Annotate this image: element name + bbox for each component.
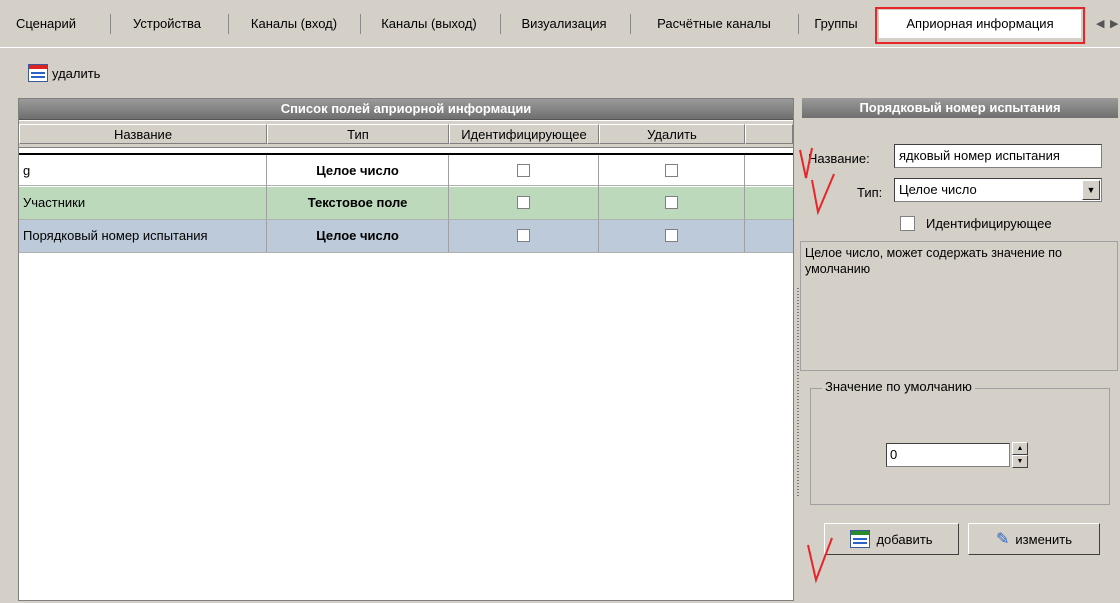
tab-calculated-channels[interactable]: Расчётные каналы [632,10,796,38]
column-header-delete[interactable]: Удалить [599,124,745,144]
delete-button-label: удалить [52,65,101,81]
identifying-label: Идентифицирующее [926,216,1052,231]
type-label: Тип: [857,185,883,200]
row-delete-cell [599,155,745,187]
row-identifying-cell [449,220,599,252]
delete-checkbox[interactable] [665,196,678,209]
identifying-checkbox[interactable] [900,216,915,231]
chevron-down-icon[interactable]: ▼ [1082,180,1100,200]
tab-scroll-left-icon[interactable]: ◀ [1096,17,1104,30]
edit-button[interactable]: ✎ изменить [968,523,1100,555]
row-type: Целое число [267,220,449,252]
tab-separator [110,14,111,34]
row-delete-cell [599,220,745,252]
type-description: Целое число, может содержать значение по… [800,241,1118,371]
name-label: Название: [808,151,870,166]
default-value-input[interactable]: 0 [886,443,1010,467]
splitter-grip [797,288,799,498]
pencil-icon: ✎ [996,531,1010,548]
row-type: Текстовое поле [267,187,449,219]
field-detail-panel: Порядковый номер испытания Название: ядк… [800,98,1118,601]
tab-highlight-box [875,7,1085,44]
add-button[interactable]: добавить [824,523,959,555]
tab-separator [500,14,501,34]
add-button-label: добавить [876,531,933,547]
tab-bar: Сценарий Устройства Каналы (вход) Каналы… [0,0,1120,48]
tab-visualization[interactable]: Визуализация [502,10,626,38]
row-name: g [19,155,267,187]
delete-checkbox[interactable] [665,229,678,242]
column-header-type[interactable]: Тип [267,124,449,144]
column-header-blank [745,124,793,144]
table-row[interactable]: g Целое число [19,153,793,187]
tab-separator [630,14,631,34]
tab-input-channels[interactable]: Каналы (вход) [230,10,358,38]
row-type: Целое число [267,155,449,187]
row-identifying-cell [449,187,599,219]
tab-groups[interactable]: Группы [800,10,872,38]
edit-button-label: изменить [1015,531,1072,547]
default-value-group-label: Значение по умолчанию [822,379,975,394]
grid-header: Название Тип Идентифицирующее Удалить [19,121,793,148]
delete-button[interactable]: удалить [28,62,100,84]
name-input[interactable]: ядковый номер испытания [894,144,1102,168]
row-delete-cell [599,187,745,219]
table-add-icon [850,530,871,548]
fields-list-panel: Список полей априорной информации Назван… [18,98,794,601]
type-select[interactable]: Целое число ▼ [894,178,1102,202]
tab-separator [360,14,361,34]
identifying-checkbox[interactable] [517,229,530,242]
column-header-name[interactable]: Название [19,124,267,144]
detail-panel-title: Порядковый номер испытания [802,98,1118,118]
tab-scroll-right-icon[interactable]: ▶ [1110,17,1118,30]
table-row[interactable]: Порядковый номер испытания Целое число [19,220,793,253]
tab-divider [0,47,1120,48]
column-header-identifying[interactable]: Идентифицирующее [449,124,599,144]
tab-separator [228,14,229,34]
tab-scenario[interactable]: Сценарий [8,10,84,38]
row-name: Участники [19,187,267,219]
table-delete-icon [28,64,48,82]
tab-output-channels[interactable]: Каналы (выход) [362,10,496,38]
table-row[interactable]: Участники Текстовое поле [19,187,793,220]
row-identifying-cell [449,155,599,187]
delete-checkbox[interactable] [665,164,678,177]
type-select-value: Целое число [899,182,977,197]
spin-up-icon[interactable]: ▲ [1012,442,1028,455]
row-name: Порядковый номер испытания [19,220,267,252]
identifying-checkbox[interactable] [517,196,530,209]
spin-down-icon[interactable]: ▼ [1012,455,1028,468]
tab-devices[interactable]: Устройства [112,10,222,38]
tab-separator [798,14,799,34]
default-value-spinner[interactable]: ▲ ▼ [1012,442,1028,468]
list-panel-title: Список полей априорной информации [19,99,793,120]
identifying-checkbox[interactable] [517,164,530,177]
